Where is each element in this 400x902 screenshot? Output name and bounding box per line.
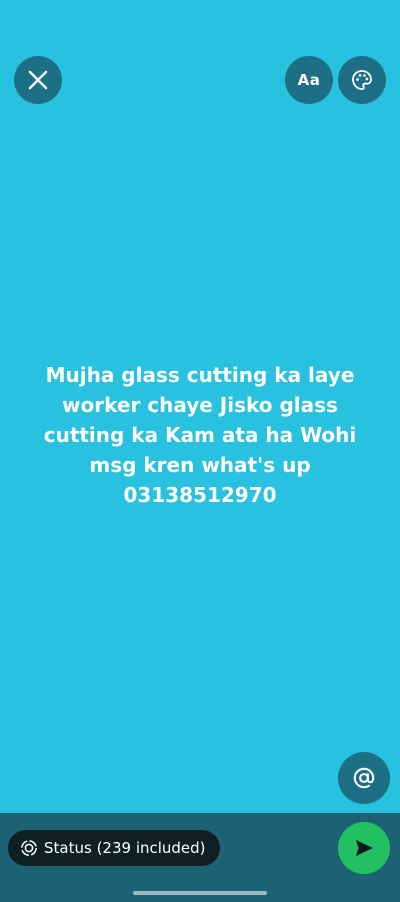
font-style-label: Aa <box>297 71 321 89</box>
status-audience-label: Status (239 included) <box>44 839 206 857</box>
close-button[interactable] <box>14 56 62 104</box>
palette-icon <box>352 70 372 90</box>
close-icon <box>28 70 48 90</box>
home-indicator[interactable] <box>133 891 267 895</box>
send-icon <box>356 840 373 856</box>
bottom-bar: Status (239 included) <box>0 813 400 902</box>
status-audience-chip[interactable]: Status (239 included) <box>8 830 220 866</box>
mention-button[interactable] <box>338 752 390 804</box>
status-text[interactable]: Mujha glass cutting ka laye worker chaye… <box>20 360 380 510</box>
background-color-button[interactable] <box>338 56 386 104</box>
status-ring-icon <box>20 839 38 857</box>
send-button[interactable] <box>338 822 390 874</box>
font-style-button[interactable]: Aa <box>285 56 333 104</box>
at-sign-icon <box>353 767 375 789</box>
